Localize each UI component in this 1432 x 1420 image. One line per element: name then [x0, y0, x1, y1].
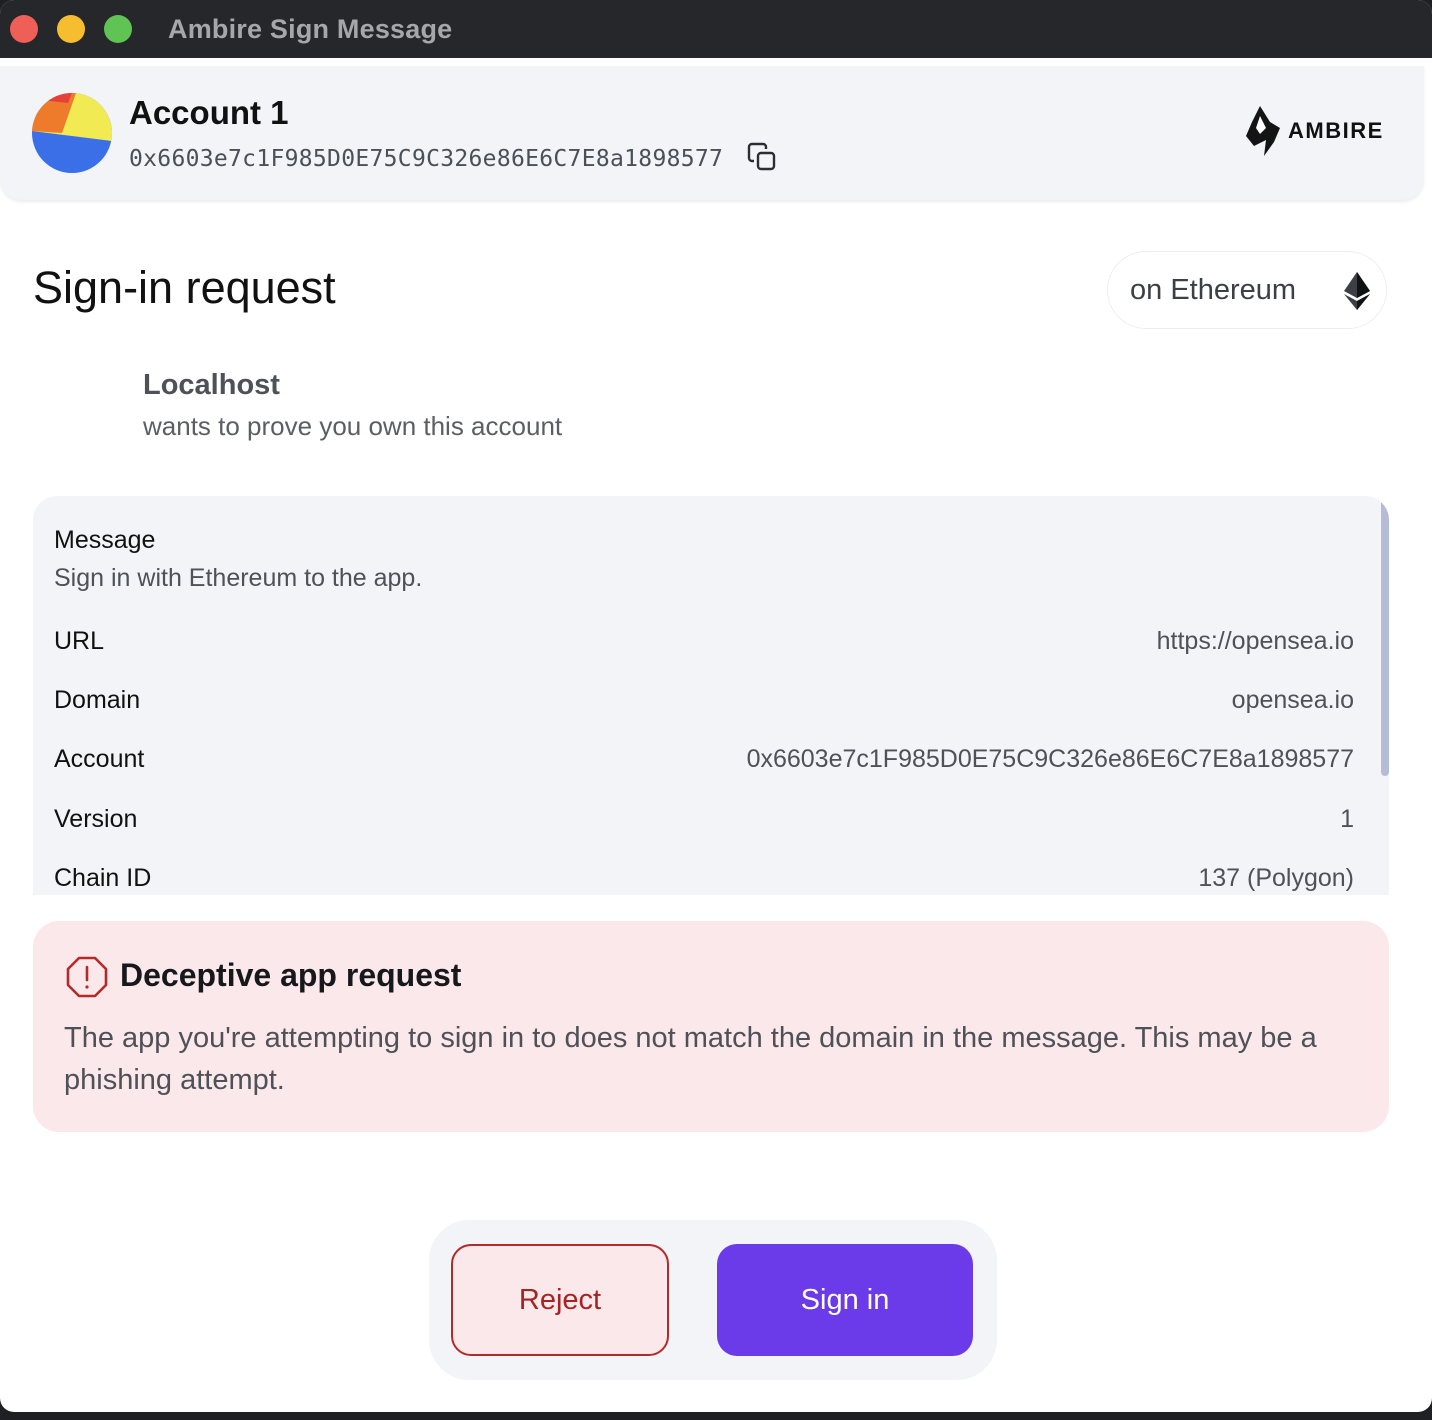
action-bar: Reject Sign in [429, 1220, 997, 1380]
copy-icon[interactable] [746, 141, 778, 173]
warning-text: The app you're attempting to sign in to … [64, 1022, 1317, 1096]
account-avatar [32, 93, 112, 173]
sign-message-window: Ambire Sign Message Account 1 0x6603e7c1… [0, 0, 1432, 1412]
network-badge: on Ethereum [1107, 251, 1387, 329]
field-label-url: URL [54, 626, 105, 655]
brand-name: AMBIRE [1288, 118, 1384, 143]
message-panel[interactable]: Message Sign in with Ethereum to the app… [33, 496, 1389, 895]
message-text: Sign in with Ethereum to the app. [54, 564, 423, 592]
field-value-chain-id: 137 (Polygon) [1198, 863, 1354, 892]
warning-banner: Deceptive app request The app you're att… [33, 921, 1389, 1132]
window-controls [10, 15, 132, 43]
message-field-row: Account 0x6603e7c1F985D0E75C9C326e86E6C7… [54, 742, 1354, 776]
field-label-version: Version [54, 804, 138, 833]
field-value-version: 1 [1340, 804, 1354, 833]
minimize-window-button[interactable] [57, 15, 85, 43]
network-label: on Ethereum [1130, 273, 1297, 306]
brand-logo: AMBIRE [1246, 106, 1384, 156]
window-title: Ambire Sign Message [168, 13, 453, 44]
close-window-button[interactable] [10, 15, 38, 43]
maximize-window-button[interactable] [104, 15, 132, 43]
field-label-chain-id: Chain ID [54, 863, 152, 892]
ethereum-icon [1344, 272, 1370, 310]
dapp-name: Localhost [143, 369, 280, 401]
message-label: Message [54, 526, 156, 554]
ambire-logo-icon [1246, 106, 1280, 156]
message-scrollbar-thumb[interactable] [1381, 496, 1389, 776]
sign-in-button[interactable]: Sign in [717, 1244, 973, 1356]
account-name: Account 1 [129, 94, 289, 131]
message-field-row: Chain ID 137 (Polygon) [54, 861, 1354, 895]
page-title: Sign-in request [33, 262, 336, 313]
account-address: 0x6603e7c1F985D0E75C9C326e86E6C7E8a18985… [129, 146, 724, 172]
dapp-subtitle: wants to prove you own this account [143, 411, 563, 441]
message-scrollbar[interactable] [1381, 496, 1389, 895]
reject-button[interactable]: Reject [451, 1244, 669, 1356]
warning-title: Deceptive app request [120, 957, 462, 993]
account-header: Account 1 0x6603e7c1F985D0E75C9C326e86E6… [0, 66, 1424, 200]
title-bar: Ambire Sign Message [0, 0, 1432, 58]
message-field-row: Domain opensea.io [54, 683, 1354, 717]
field-label-account: Account [54, 744, 145, 773]
field-value-domain: opensea.io [1231, 685, 1354, 714]
message-field-row: Version 1 [54, 802, 1354, 836]
field-label-domain: Domain [54, 685, 141, 714]
field-value-account: 0x6603e7c1F985D0E75C9C326e86E6C7E8a18985… [746, 744, 1354, 773]
message-field-row: URL https://opensea.io [54, 624, 1354, 658]
warning-shield-icon [66, 956, 108, 998]
field-value-url: https://opensea.io [1156, 626, 1354, 655]
